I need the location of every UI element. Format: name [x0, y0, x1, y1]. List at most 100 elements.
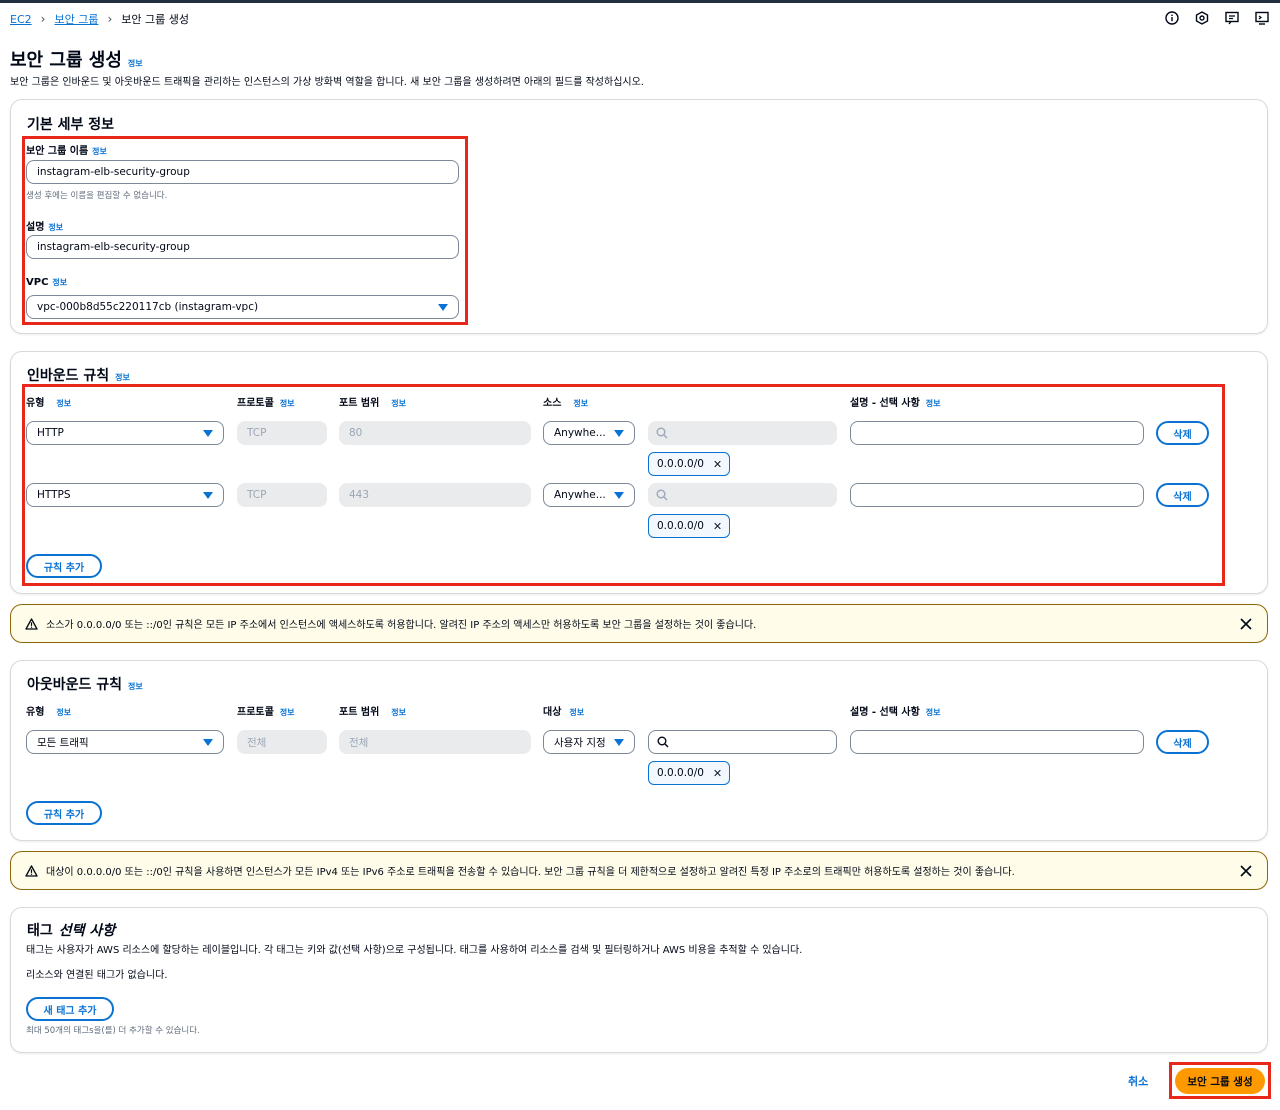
search-icon — [657, 736, 669, 748]
info-link[interactable]: 정보 — [115, 372, 130, 383]
inbound-rule-2-delete-button[interactable]: 삭제 — [1156, 483, 1209, 507]
create-security-group-button[interactable]: 보안 그룹 생성 — [1175, 1068, 1265, 1094]
select-value: HTTP — [37, 427, 64, 439]
description-label-text: 설명 — [26, 222, 45, 233]
token-label: 0.0.0.0/0 — [657, 458, 704, 470]
out-col-destination: 대상 정보 — [543, 703, 584, 718]
page-description: 보안 그룹은 인바운드 및 아웃바운드 트래픽을 관리하는 인스턴스의 가상 방… — [10, 77, 644, 88]
close-icon[interactable] — [714, 521, 721, 531]
out-col-description: 설명 - 선택 사항 정보 — [850, 703, 941, 718]
caret-down-icon — [614, 430, 624, 437]
feedback-icon[interactable] — [1224, 10, 1240, 26]
security-group-name-input[interactable]: instagram-elb-security-group — [26, 160, 459, 184]
col-description: 설명 - 선택 사항 정보 — [850, 394, 941, 409]
inbound-rule-2-type-select[interactable]: HTTPS — [26, 483, 224, 507]
info-link[interactable]: 정보 — [56, 707, 71, 718]
close-icon[interactable] — [1239, 617, 1253, 631]
outbound-rule-1-description-input[interactable] — [850, 730, 1144, 754]
outbound-rule-1-protocol: 전체 — [237, 730, 327, 754]
info-link[interactable]: 정보 — [573, 398, 588, 409]
col-destination-text: 대상 — [543, 707, 562, 718]
select-value: 모든 트래픽 — [37, 736, 89, 749]
search-icon — [656, 489, 668, 501]
description-input[interactable]: instagram-elb-security-group — [26, 235, 459, 259]
inbound-warning-alert: 소스가 0.0.0.0/0 또는 ::/0인 규칙은 모든 IP 주소에서 인스… — [10, 604, 1268, 643]
optional-label: 선택 사항 — [58, 923, 116, 939]
inbound-rule-1-source-select[interactable]: Anywhe... — [543, 421, 635, 445]
info-link[interactable]: 정보 — [128, 58, 143, 69]
info-link[interactable]: 정보 — [92, 146, 107, 157]
inbound-rule-1-cidr-token: 0.0.0.0/0 — [648, 452, 730, 476]
select-value: HTTPS — [37, 489, 71, 501]
info-link[interactable]: 정보 — [926, 707, 941, 718]
close-icon[interactable] — [714, 459, 721, 469]
close-icon[interactable] — [714, 768, 721, 778]
info-link[interactable]: 정보 — [128, 681, 143, 692]
info-link[interactable]: 정보 — [280, 707, 295, 718]
select-value: 사용자 지정 — [554, 736, 606, 749]
outbound-rule-1-delete-button[interactable]: 삭제 — [1156, 730, 1209, 754]
panel-title-text: 아웃바운드 규칙 — [27, 677, 123, 693]
token-label: 0.0.0.0/0 — [657, 520, 704, 532]
outbound-rule-1-cidr-search[interactable] — [648, 730, 837, 754]
breadcrumb-current: 보안 그룹 생성 — [121, 13, 189, 26]
info-link[interactable]: 정보 — [391, 707, 406, 718]
inbound-rule-1-type-select[interactable]: HTTP — [26, 421, 224, 445]
inbound-add-rule-button[interactable]: 규칙 추가 — [26, 554, 102, 578]
outbound-rule-1-cidr-token: 0.0.0.0/0 — [648, 761, 730, 785]
settings-hex-icon[interactable] — [1194, 10, 1210, 26]
outbound-rule-1-type-select[interactable]: 모든 트래픽 — [26, 730, 224, 754]
breadcrumb: EC2 › 보안 그룹 › 보안 그룹 생성 — [10, 11, 189, 27]
col-type: 유형 정보 — [26, 394, 71, 409]
page-title-text: 보안 그룹 생성 — [10, 50, 122, 71]
name-label: 보안 그룹 이름 정보 — [26, 142, 107, 157]
panel-title-text: 태그 — [27, 923, 53, 939]
col-type-text: 유형 — [26, 707, 45, 718]
tags-empty-message: 리소스와 연결된 태그가 없습니다. — [26, 970, 168, 981]
outbound-rules-title: 아웃바운드 규칙 정보 — [27, 674, 143, 694]
col-protocol: 프로토콜 정보 — [237, 394, 295, 409]
caret-down-icon — [203, 492, 213, 499]
inbound-rule-2-description-input[interactable] — [850, 483, 1144, 507]
inbound-rule-1-cidr-search[interactable] — [648, 421, 837, 445]
outbound-rule-1-destination-select[interactable]: 사용자 지정 — [543, 730, 635, 754]
col-port: 포트 범위 정보 — [339, 394, 406, 409]
console-icon[interactable] — [1254, 10, 1270, 26]
info-circle-icon[interactable] — [1164, 10, 1180, 26]
inbound-rule-1-port: 80 — [339, 421, 531, 445]
basic-details-title: 기본 세부 정보 — [27, 114, 114, 134]
inbound-rule-2-cidr-search[interactable] — [648, 483, 837, 507]
name-label-text: 보안 그룹 이름 — [26, 146, 89, 157]
close-icon[interactable] — [1239, 864, 1253, 878]
outbound-rule-1-port: 전체 — [339, 730, 531, 754]
info-link[interactable]: 정보 — [52, 277, 67, 288]
inbound-rule-2-source-select[interactable]: Anywhe... — [543, 483, 635, 507]
caret-down-icon — [203, 430, 213, 437]
vpc-select[interactable]: vpc-000b8d55c220117cb (instagram-vpc) — [26, 295, 459, 319]
info-link[interactable]: 정보 — [56, 398, 71, 409]
info-link[interactable]: 정보 — [280, 398, 295, 409]
tags-limit-hint: 최대 50개의 태그s을(를) 더 추가할 수 있습니다. — [26, 1026, 200, 1036]
col-type-text: 유형 — [26, 398, 45, 409]
info-link[interactable]: 정보 — [48, 222, 63, 233]
caret-down-icon — [614, 739, 624, 746]
outbound-warning-alert: 대상이 0.0.0.0/0 또는 ::/0인 규칙을 사용하면 인스턴스가 모든… — [10, 851, 1268, 890]
description-label: 설명 정보 — [26, 218, 63, 233]
tags-title: 태그 선택 사항 — [27, 920, 115, 940]
inbound-rule-1-delete-button[interactable]: 삭제 — [1156, 421, 1209, 445]
alert-message: 대상이 0.0.0.0/0 또는 ::/0인 규칙을 사용하면 인스턴스가 모든… — [46, 867, 1015, 878]
cancel-button[interactable]: 취소 — [1128, 1073, 1148, 1089]
inbound-rule-1-protocol: TCP — [237, 421, 327, 445]
outbound-add-rule-button[interactable]: 규칙 추가 — [26, 801, 102, 825]
out-col-port: 포트 범위 정보 — [339, 703, 406, 718]
warning-icon — [25, 617, 38, 630]
info-link[interactable]: 정보 — [569, 707, 584, 718]
add-tag-button[interactable]: 새 태그 추가 — [26, 997, 114, 1021]
breadcrumb-ec2[interactable]: EC2 — [10, 13, 32, 26]
info-link[interactable]: 정보 — [391, 398, 406, 409]
breadcrumb-security-groups[interactable]: 보안 그룹 — [54, 11, 98, 27]
vpc-label-text: VPC — [26, 277, 49, 288]
name-hint: 생성 후에는 이름을 편집할 수 없습니다. — [26, 191, 168, 201]
info-link[interactable]: 정보 — [926, 398, 941, 409]
inbound-rule-1-description-input[interactable] — [850, 421, 1144, 445]
